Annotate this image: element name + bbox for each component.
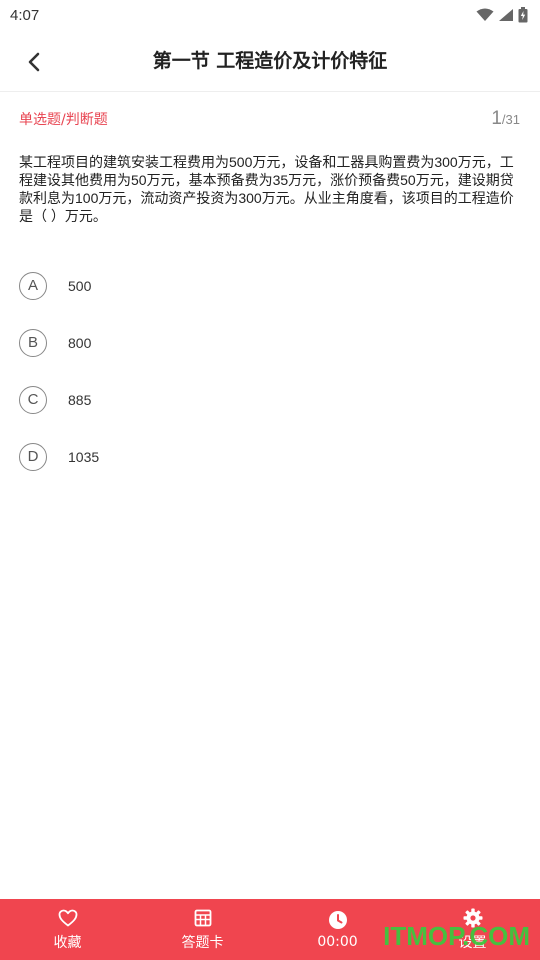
watermark-text: ITMOP.COM	[383, 921, 530, 951]
option-letter-circle: A	[19, 271, 47, 300]
question-progress: 1/31	[491, 108, 520, 130]
option-b[interactable]: B 800	[19, 314, 519, 371]
grid-card-icon	[193, 908, 213, 928]
option-d[interactable]: D 1035	[19, 428, 519, 485]
status-time: 4:07	[10, 6, 40, 24]
timer-label: 00:00	[317, 933, 358, 950]
option-a[interactable]: A 500	[19, 257, 519, 314]
option-text: 800	[68, 334, 92, 351]
option-text: 1035	[68, 448, 100, 465]
battery-icon	[518, 7, 528, 23]
answer-card-label: 答题卡	[181, 934, 224, 951]
option-text: 885	[68, 391, 92, 408]
question-text: 某工程项目的建筑安装工程费用为500万元，设备和工器具购置费为300万元，工程建…	[19, 154, 514, 224]
favorite-label: 收藏	[53, 934, 82, 951]
favorite-button[interactable]: 收藏	[0, 899, 135, 960]
heart-icon	[58, 908, 78, 928]
clock-icon	[328, 910, 348, 930]
option-c[interactable]: C 885	[19, 371, 519, 428]
option-letter-circle: B	[19, 328, 47, 357]
page-title: 第一节 工程造价及计价特征	[152, 50, 388, 72]
answer-card-button[interactable]: 答题卡	[135, 899, 270, 960]
question-current-number: 1	[491, 108, 502, 129]
header: 第一节 工程造价及计价特征	[0, 30, 540, 92]
status-icons	[476, 7, 528, 23]
screen: 4:07 第一节 工程造价及计价特征 单选题/判断题 1/31 某工程项目的建筑…	[0, 0, 540, 960]
bottom-toolbar: 收藏 答题卡 00:00 设置 ITMOP.COM	[0, 899, 540, 960]
question-type-label: 单选题/判断题	[19, 112, 108, 128]
option-letter-circle: C	[19, 385, 47, 414]
status-bar: 4:07	[0, 0, 540, 30]
wifi-icon	[476, 8, 494, 21]
signal-icon	[499, 9, 513, 21]
question-total-number: /31	[501, 112, 520, 127]
option-letter-circle: D	[19, 442, 47, 471]
options-list: A 500 B 800 C 885 D 1035	[19, 257, 519, 485]
option-text: 500	[68, 277, 92, 294]
